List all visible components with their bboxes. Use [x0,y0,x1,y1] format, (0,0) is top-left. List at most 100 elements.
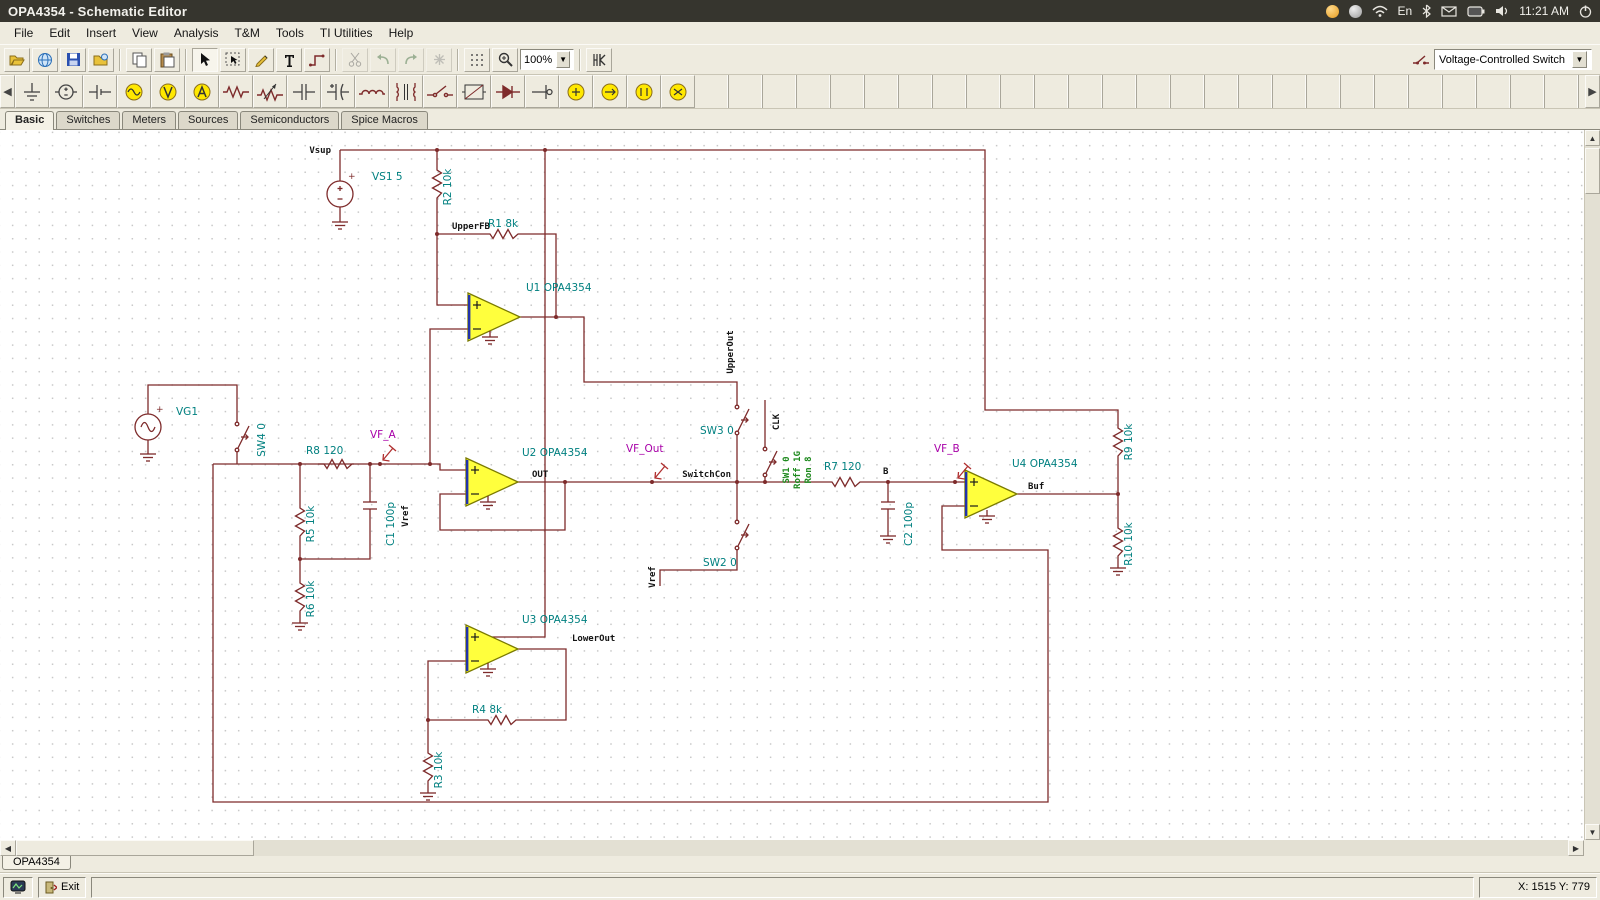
palette-relay[interactable] [457,75,491,108]
palette-transformer[interactable] [389,75,423,108]
clock[interactable]: 11:21 AM [1519,4,1569,18]
wire[interactable] [340,150,1118,422]
resistor-R10[interactable] [1114,522,1123,562]
probe-VF_Out[interactable] [655,463,668,479]
scroll-down-arrow[interactable]: ▼ [1585,824,1600,840]
palette-scroll-right[interactable]: ▶ [1585,75,1600,108]
schematic-label-SW2-0[interactable]: SW2 0 [703,557,737,569]
network-globe-icon[interactable] [1349,5,1362,18]
open-web-button[interactable] [32,48,58,72]
schematic-label-VS1-5[interactable]: VS1 5 [372,171,403,183]
scroll-left-arrow[interactable]: ◀ [0,840,16,856]
menu-edit[interactable]: Edit [41,23,78,43]
schematic-label-Vref[interactable]: Vref [401,505,411,527]
zoom-select[interactable]: 100% ▼ [520,49,574,70]
wire[interactable] [518,649,566,720]
instrument-button[interactable] [586,48,612,72]
schematic-label-VF_Out[interactable]: VF_Out [626,443,664,455]
paste-button[interactable] [154,48,180,72]
resistor-R2[interactable] [433,164,442,204]
palette-switch[interactable] [423,75,457,108]
bluetooth-icon[interactable] [1422,4,1431,18]
component-mode-dropdown-arrow[interactable]: ▼ [1572,51,1587,68]
palette-voltmeter[interactable] [151,75,185,108]
menu-insert[interactable]: Insert [78,23,124,43]
opamp-U3[interactable] [466,625,518,673]
schematic-label-B[interactable]: B [883,467,889,477]
open-button[interactable] [4,48,30,72]
wire[interactable] [428,661,466,720]
power-icon[interactable] [1579,5,1592,18]
redo-button[interactable] [398,48,424,72]
schematic-label-R9-10k[interactable]: R9 10k [1123,423,1135,461]
schematic-label-LowerOut[interactable]: LowerOut [572,634,615,644]
schematic-label-U1-OPA4354[interactable]: U1 OPA4354 [526,282,592,294]
schematic-label-R4-8k[interactable]: R4 8k [472,704,503,716]
battery-icon[interactable] [1467,6,1485,17]
zoom-button[interactable] [492,48,518,72]
palette-voltage-generator[interactable] [117,75,151,108]
schematic-label-Vref[interactable]: Vref [648,566,658,588]
cursor-tool-button[interactable] [192,48,218,72]
zoom-dropdown-arrow[interactable]: ▼ [556,51,570,68]
switch-SW4[interactable] [235,417,249,457]
ground-u4[interactable] [979,510,995,523]
switch-SW2[interactable] [735,515,749,555]
schematic-label-Ron-8[interactable]: Ron 8 [804,456,814,483]
palette-potentiometer[interactable] [253,75,287,108]
tab-switches[interactable]: Switches [56,111,120,129]
horizontal-scrollbar[interactable]: ◀ ▶ [0,840,1600,856]
exit-button[interactable]: Exit [38,877,86,898]
switch-SW3[interactable] [735,400,749,440]
palette-voltage-source[interactable] [49,75,83,108]
menu-tm[interactable]: T&M [227,23,268,43]
save-button[interactable] [60,48,86,72]
schematic-label-VF_A[interactable]: VF_A [370,429,396,441]
schematic-label-VF_B[interactable]: VF_B [934,443,960,455]
resistor-R3[interactable] [424,747,433,787]
tab-meters[interactable]: Meters [122,111,176,129]
schematic-label-OUT[interactable]: OUT [532,470,549,480]
component-mode-select[interactable]: Voltage-Controlled Switch ▼ [1434,49,1592,70]
schematic-label-VG1[interactable]: VG1 [176,406,198,418]
palette-ammeter[interactable] [185,75,219,108]
keyboard-layout[interactable]: En [1398,4,1413,18]
schematic-label-U2-OPA4354[interactable]: U2 OPA4354 [522,447,588,459]
schematic-label-U3-OPA4354[interactable]: U3 OPA4354 [522,614,588,626]
vertical-scroll-thumb[interactable] [1585,148,1600,194]
undo-button[interactable] [370,48,396,72]
switch-SW1[interactable] [763,442,777,482]
palette-diode[interactable] [491,75,525,108]
wire[interactable] [520,234,556,317]
palette-controlled-source-1[interactable] [559,75,593,108]
pen-tool-button[interactable] [248,48,274,72]
schematic-label-R8-120[interactable]: R8 120 [306,445,343,457]
ground-vs1[interactable] [332,216,348,229]
wire[interactable] [437,234,468,305]
schematic-label-CLK[interactable]: CLK [772,413,782,430]
copy-button[interactable] [126,48,152,72]
resistor-R5[interactable] [296,502,305,542]
palette-capacitor[interactable] [287,75,321,108]
ground-c2[interactable] [880,530,896,543]
wire[interactable] [430,329,468,464]
schematic-label-SwitchCon[interactable]: SwitchCon [682,469,731,480]
palette-controlled-source-2[interactable] [593,75,627,108]
palette-polarized-capacitor[interactable] [321,75,355,108]
select-region-button[interactable] [220,48,246,72]
open-macro-button[interactable] [88,48,114,72]
schematic-label-R1-8k[interactable]: R1 8k [488,218,519,230]
schematic-label-Roff-1G[interactable]: Roff 1G [793,451,803,489]
schematic-label-R3-10k[interactable]: R3 10k [433,751,445,789]
schematic-label-U4-OPA4354[interactable]: U4 OPA4354 [1012,458,1078,470]
grid-toggle-button[interactable] [464,48,490,72]
menu-file[interactable]: File [6,23,41,43]
schematic-canvas[interactable]: + + VsupVS1 5R2 10kUpperFBR1 8kU1 OPA435… [0,130,1584,840]
scroll-right-arrow[interactable]: ▶ [1568,840,1584,856]
resistor-R9[interactable] [1114,422,1123,462]
vertical-scrollbar[interactable]: ▲ ▼ [1584,130,1600,840]
resistor-R4[interactable] [482,716,518,725]
wire-tool-button[interactable] [304,48,330,72]
ground-r6[interactable] [292,617,308,630]
menu-ti-utilities[interactable]: TI Utilities [312,23,381,43]
